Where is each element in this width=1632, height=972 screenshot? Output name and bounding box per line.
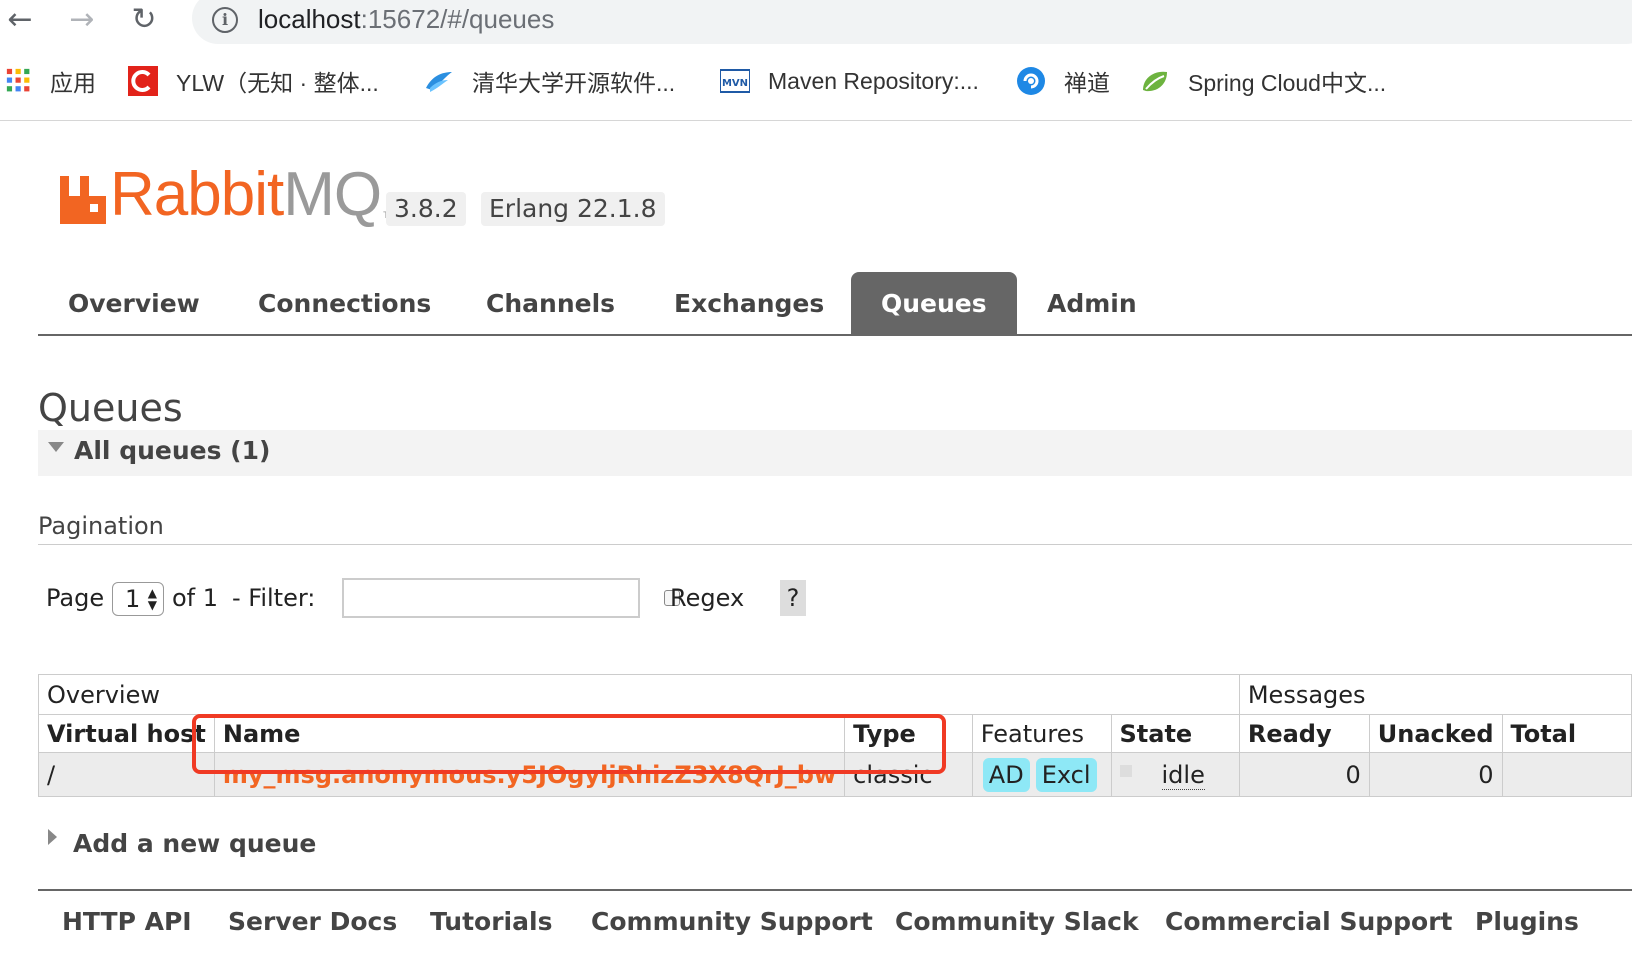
- queue-state-label[interactable]: idle: [1161, 760, 1205, 790]
- back-arrow-icon[interactable]: ←: [0, 2, 40, 38]
- bookmark-label: Spring Cloud中文...: [1188, 70, 1387, 96]
- column-name[interactable]: Name: [213, 714, 846, 753]
- mvn-logo-icon: MVN: [720, 69, 750, 93]
- queue-name-cell: my_msg.anonymous.y5JOgyljRhizZ3X8QrJ_bw: [213, 752, 846, 797]
- bookmark-maven[interactable]: MVN Maven Repository:...: [720, 64, 979, 98]
- queue-name-link[interactable]: my_msg.anonymous.y5JOgyljRhizZ3X8QrJ_bw: [223, 761, 836, 789]
- footer-link-plugins[interactable]: Plugins: [1475, 900, 1579, 944]
- main-nav-tabs: Overview Connections Channels Exchanges …: [38, 272, 1632, 336]
- tab-overview[interactable]: Overview: [38, 272, 230, 336]
- queue-total: [1501, 752, 1632, 797]
- reload-icon[interactable]: ↻: [124, 2, 164, 38]
- section-title: All queues (1): [74, 436, 271, 465]
- logo-wordmark: RabbitMQ: [110, 164, 382, 226]
- regex-label: Regex: [670, 584, 745, 612]
- spinner-arrows-icon: ▲ ▼: [147, 586, 157, 612]
- feature-badge-exclusive[interactable]: Excl: [1035, 757, 1097, 792]
- add-queue-section-toggle[interactable]: Add a new queue: [48, 826, 316, 860]
- page-label: Page: [46, 584, 105, 612]
- column-state[interactable]: State: [1110, 714, 1240, 753]
- site-info-icon[interactable]: i: [212, 7, 238, 33]
- browser-divider: [0, 120, 1632, 121]
- group-header-overview: Overview: [38, 674, 1240, 715]
- tuna-bird-icon: [426, 72, 452, 92]
- bookmark-label: 禅道: [1064, 70, 1110, 96]
- ylw-logo-icon: [128, 66, 158, 96]
- queue-ready: 0: [1238, 752, 1370, 797]
- filter-input[interactable]: [342, 578, 640, 618]
- url-text[interactable]: localhost:15672/#/queues: [258, 4, 554, 35]
- footer-link-community-support[interactable]: Community Support: [591, 900, 873, 944]
- regex-help-button[interactable]: ?: [780, 580, 806, 616]
- bookmark-spring-cloud[interactable]: Spring Cloud中文...: [1140, 64, 1386, 98]
- rabbitmq-mark-icon: [60, 176, 106, 224]
- triangle-down-icon: [48, 442, 64, 452]
- bookmark-label: Maven Repository:...: [768, 67, 979, 94]
- logo-rabbit-text: Rabbit: [110, 160, 284, 229]
- footer-link-server-docs[interactable]: Server Docs: [228, 900, 397, 944]
- column-unacked[interactable]: Unacked: [1368, 714, 1503, 753]
- browser-toolbar: ← → ↻ i localhost:15672/#/queues: [0, 0, 1632, 44]
- bookmark-label: YLW（无知 · 整体...: [176, 70, 379, 96]
- bookmark-ylw[interactable]: YLW（无知 · 整体...: [128, 64, 379, 98]
- tab-channels[interactable]: Channels: [456, 272, 645, 336]
- table-column-header: Virtual host Name Type Features State Re…: [38, 714, 1632, 753]
- table-group-header: Overview Messages: [38, 674, 1632, 715]
- pagination-heading: Pagination: [38, 512, 164, 540]
- footer-link-community-slack[interactable]: Community Slack: [895, 900, 1139, 944]
- feature-badge-auto-delete[interactable]: AD: [982, 757, 1030, 792]
- column-type[interactable]: Type: [844, 714, 973, 753]
- all-queues-section-toggle[interactable]: All queues (1): [38, 430, 1632, 476]
- queues-table: Overview Messages Virtual host Name Type…: [38, 674, 1632, 797]
- footer-link-commercial-support[interactable]: Commercial Support: [1165, 900, 1453, 944]
- url-path: :15672/#/queues: [360, 4, 555, 34]
- bookmarks-bar: 应用 YLW（无知 · 整体... 清华大学开源软件... MVN Maven …: [0, 56, 1632, 106]
- queue-features: AD Excl: [971, 752, 1112, 797]
- forward-arrow-icon[interactable]: →: [62, 2, 102, 38]
- url-host: localhost: [258, 4, 361, 34]
- queue-unacked: 0: [1368, 752, 1503, 797]
- erlang-version-badge: Erlang 22.1.8: [481, 192, 665, 226]
- queue-vhost: /: [38, 752, 215, 797]
- column-total[interactable]: Total: [1501, 714, 1632, 753]
- svg-text:MVN: MVN: [722, 78, 748, 89]
- spring-leaf-icon: [1143, 71, 1167, 92]
- footer-links: HTTP API Server Docs Tutorials Community…: [38, 900, 1632, 944]
- state-indicator-icon: [1119, 764, 1132, 777]
- rabbitmq-logo[interactable]: RabbitMQ TM: [60, 164, 396, 226]
- page-count-label: of 1: [172, 584, 219, 612]
- bookmark-zentao[interactable]: 禅道: [1016, 64, 1110, 98]
- tab-exchanges[interactable]: Exchanges: [644, 272, 854, 336]
- add-queue-label: Add a new queue: [73, 828, 317, 858]
- table-row[interactable]: / my_msg.anonymous.y5JOgyljRhizZ3X8QrJ_b…: [38, 752, 1632, 797]
- queue-type: classic: [844, 752, 973, 797]
- filter-label: - Filter:: [232, 584, 316, 612]
- column-ready[interactable]: Ready: [1238, 714, 1370, 753]
- zentao-logo-icon: [1017, 67, 1045, 95]
- tab-connections[interactable]: Connections: [228, 272, 461, 336]
- bookmark-label: 清华大学开源软件...: [472, 70, 676, 96]
- footer-link-http-api[interactable]: HTTP API: [62, 900, 192, 944]
- tab-admin[interactable]: Admin: [1017, 272, 1167, 336]
- group-header-messages: Messages: [1238, 674, 1632, 715]
- footer-link-tutorials[interactable]: Tutorials: [430, 900, 552, 944]
- page-select[interactable]: 1 ▲ ▼: [112, 582, 164, 616]
- bookmark-tuna[interactable]: 清华大学开源软件...: [424, 64, 675, 98]
- column-virtual-host[interactable]: Virtual host: [38, 714, 215, 753]
- version-badge: 3.8.2: [386, 192, 466, 226]
- logo-mq-text: MQ: [283, 160, 382, 229]
- queue-state: idle: [1110, 752, 1240, 797]
- page-select-value: 1: [125, 585, 141, 613]
- address-bar[interactable]: i localhost:15672/#/queues: [192, 0, 1632, 44]
- footer-divider: [38, 889, 1632, 891]
- tab-queues[interactable]: Queues: [851, 272, 1017, 336]
- bookmark-apps[interactable]: 应用: [6, 64, 96, 98]
- apps-grid-icon: [6, 68, 30, 92]
- column-features: Features: [971, 714, 1112, 753]
- page-title: Queues: [38, 386, 183, 430]
- triangle-right-icon: [48, 829, 57, 845]
- bookmark-label: 应用: [50, 70, 96, 96]
- pagination-divider: [38, 544, 1632, 545]
